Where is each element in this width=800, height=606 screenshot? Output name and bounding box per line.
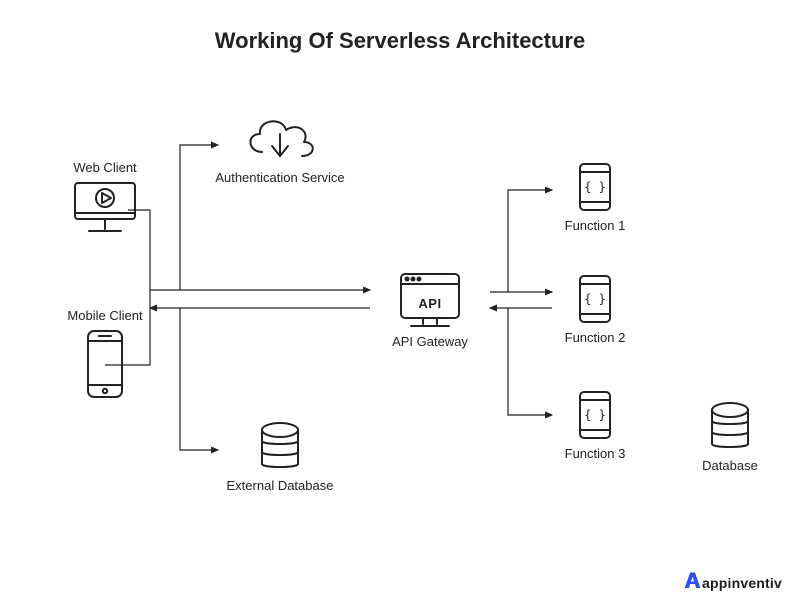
diagram-edges [0, 0, 800, 606]
brand-initial: A [684, 570, 700, 592]
brand-logo: A appinventiv [684, 570, 782, 592]
brand-rest: appinventiv [702, 575, 782, 591]
